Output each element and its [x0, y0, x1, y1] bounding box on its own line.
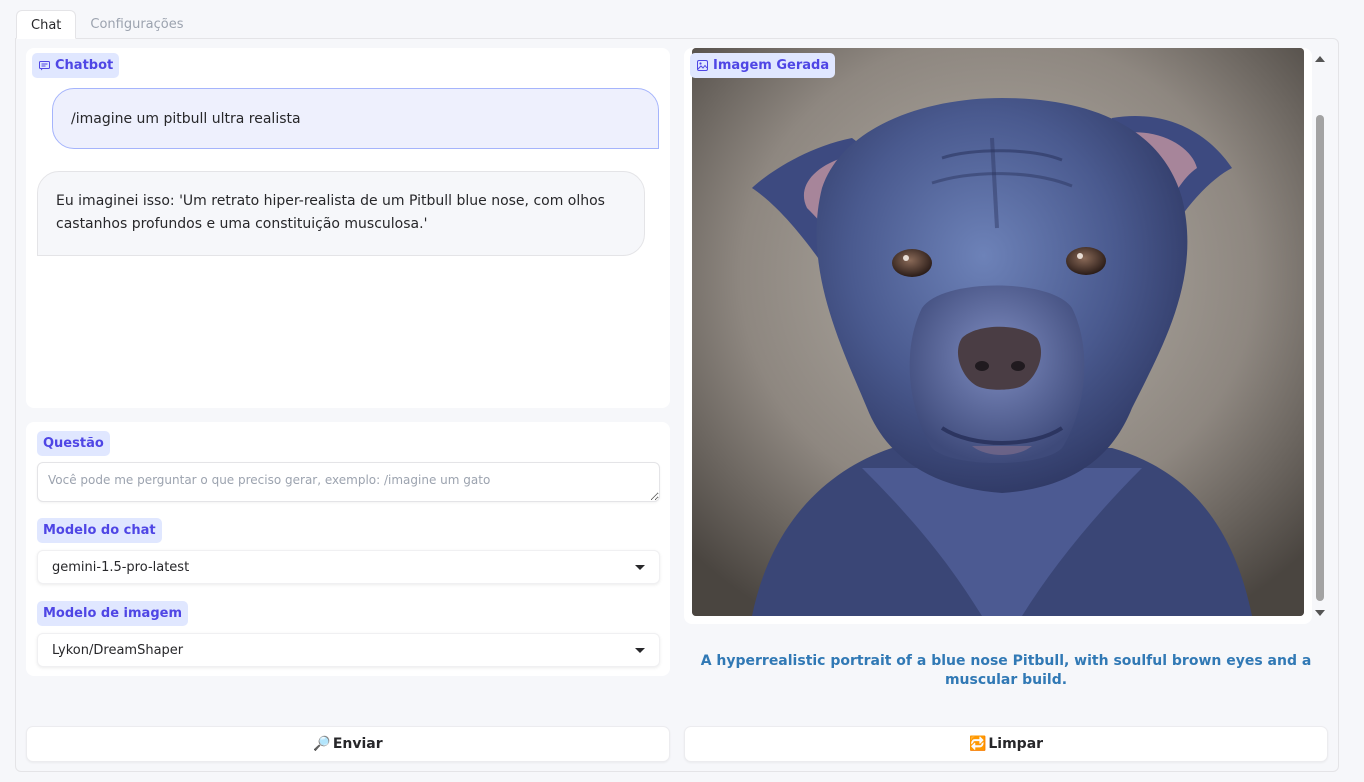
pitbull-image	[692, 48, 1304, 616]
send-button-label: Enviar	[332, 736, 383, 752]
chatbot-label-text: Chatbot	[55, 58, 114, 73]
chevron-down-icon	[635, 564, 645, 570]
question-label: Questão	[37, 431, 110, 456]
question-input[interactable]	[38, 463, 659, 501]
generated-image	[692, 48, 1304, 616]
clear-button-label: Limpar	[988, 736, 1044, 752]
scroll-thumb[interactable]	[1316, 115, 1324, 601]
chat-model-label: Modelo do chat	[37, 518, 162, 543]
image-icon	[696, 60, 708, 72]
tab-bar: Chat Configurações	[16, 10, 198, 39]
image-model-dropdown[interactable]: Lykon/DreamShaper	[37, 633, 660, 667]
repeat-icon: 🔁	[968, 736, 987, 752]
chat-icon	[38, 60, 50, 72]
clear-button[interactable]: 🔁 Limpar	[684, 726, 1328, 762]
magnifier-icon: 🔎	[313, 736, 331, 752]
scroll-down-icon[interactable]	[1315, 610, 1325, 616]
bot-message: Eu imaginei isso: 'Um retrato hiper-real…	[37, 171, 645, 256]
image-model-label: Modelo de imagem	[37, 601, 188, 626]
user-message: /imagine um pitbull ultra realista	[52, 88, 659, 149]
chevron-down-icon	[635, 647, 645, 653]
image-label: Imagem Gerada	[690, 53, 836, 78]
question-field[interactable]	[37, 462, 660, 502]
image-label-text: Imagem Gerada	[713, 58, 830, 73]
image-model-value: Lykon/DreamShaper	[52, 642, 184, 658]
chatbot-label: Chatbot	[32, 53, 120, 78]
user-message-text: /imagine um pitbull ultra realista	[71, 110, 301, 127]
chat-model-dropdown[interactable]: gemini-1.5-pro-latest	[37, 550, 660, 584]
bot-message-text: Eu imaginei isso: 'Um retrato hiper-real…	[56, 193, 605, 232]
chat-model-value: gemini-1.5-pro-latest	[52, 559, 190, 575]
send-button[interactable]: 🔎 Enviar	[26, 726, 670, 762]
image-caption: A hyperrealistic portrait of a blue nose…	[700, 653, 1312, 688]
tab-settings[interactable]: Configurações	[76, 10, 197, 39]
tab-chat[interactable]: Chat	[16, 10, 77, 39]
scroll-up-icon[interactable]	[1315, 56, 1325, 62]
image-scrollbar[interactable]	[1313, 48, 1327, 620]
